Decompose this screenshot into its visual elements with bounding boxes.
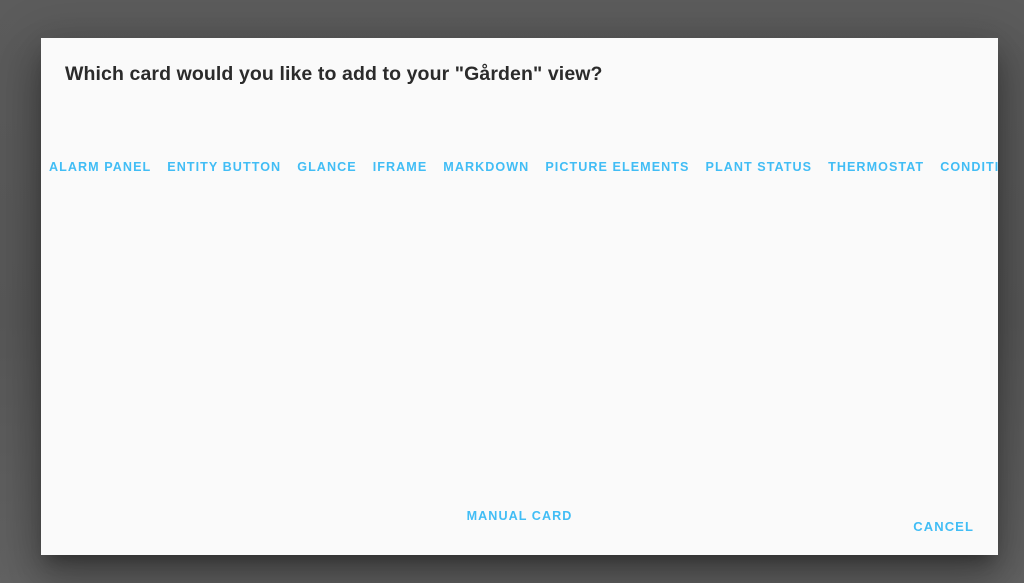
- card-option-alarm-panel[interactable]: ALARM PANEL: [41, 154, 159, 180]
- cancel-button[interactable]: CANCEL: [897, 511, 990, 543]
- dialog-title: Which card would you like to add to your…: [65, 63, 603, 85]
- card-option-thermostat[interactable]: THERMOSTAT: [820, 154, 932, 180]
- card-type-list: ALARM PANEL ENTITY BUTTON GLANCE IFRAME …: [41, 146, 998, 188]
- dialog-actions: CANCEL: [41, 509, 990, 545]
- card-option-conditional[interactable]: CONDITIONAL: [932, 154, 998, 180]
- card-option-picture-elements[interactable]: PICTURE ELEMENTS: [537, 154, 697, 180]
- add-card-dialog: Which card would you like to add to your…: [41, 38, 998, 555]
- card-option-plant-status[interactable]: PLANT STATUS: [698, 154, 821, 180]
- card-option-iframe[interactable]: IFRAME: [365, 154, 436, 180]
- card-option-glance[interactable]: GLANCE: [289, 154, 364, 180]
- card-option-markdown[interactable]: MARKDOWN: [435, 154, 537, 180]
- card-option-entity-button[interactable]: ENTITY BUTTON: [159, 154, 289, 180]
